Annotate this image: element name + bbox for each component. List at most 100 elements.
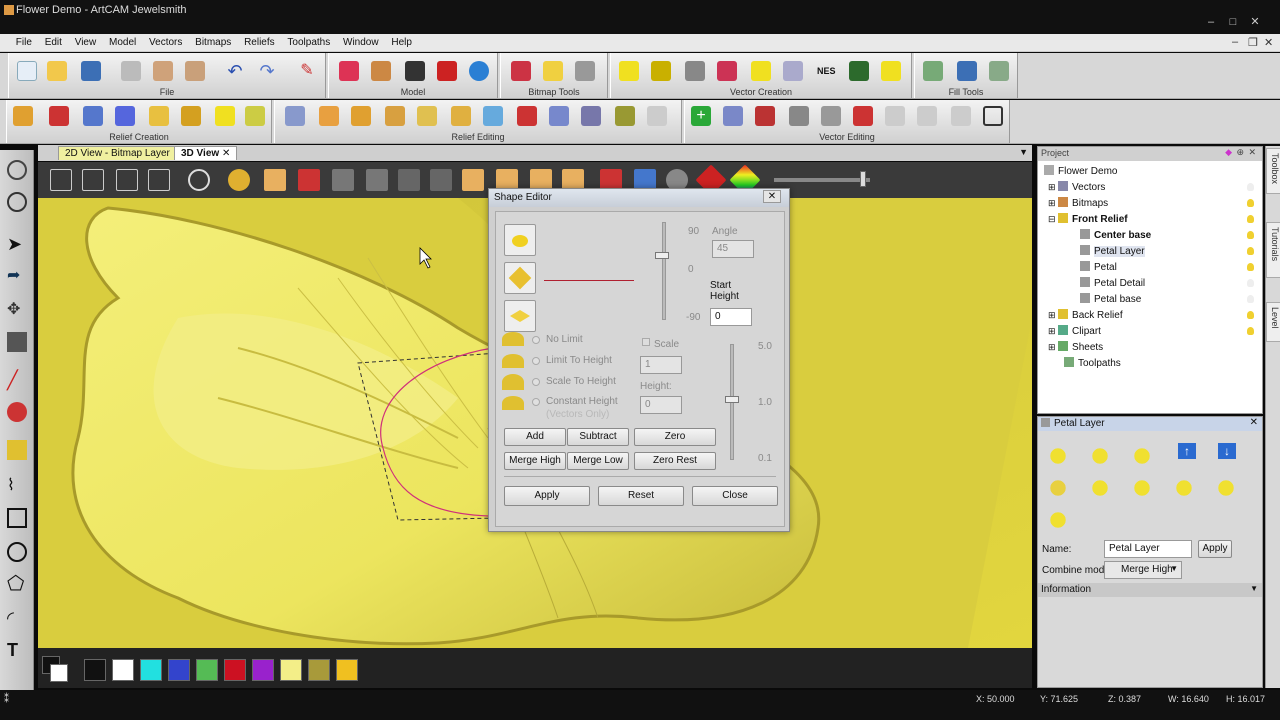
arc-icon[interactable]: ◜ — [7, 608, 27, 628]
axes-icon[interactable] — [298, 169, 320, 191]
view-tool-5-icon[interactable] — [430, 169, 452, 191]
relief-edit-6-icon[interactable] — [451, 106, 471, 126]
menu-view[interactable]: View — [70, 34, 102, 51]
mdi-minimize-icon[interactable]: – — [1232, 36, 1238, 48]
save-icon[interactable] — [81, 61, 101, 81]
close-window-button[interactable]: ✕ — [1248, 16, 1262, 28]
dialog-close-button[interactable]: ✕ — [763, 190, 781, 203]
add-node-icon[interactable]: + — [691, 106, 711, 126]
relief-edit-7-icon[interactable] — [483, 106, 503, 126]
swatch-light-yellow[interactable] — [280, 659, 302, 681]
view-slider-handle[interactable] — [860, 171, 866, 187]
swatch-cyan[interactable] — [140, 659, 162, 681]
open-folder-icon[interactable] — [47, 61, 67, 81]
cut-icon[interactable] — [121, 61, 141, 81]
visibility-bulb-icon[interactable] — [1247, 263, 1254, 271]
pencil-icon[interactable]: ✎ — [297, 61, 317, 81]
layer-action-7-icon[interactable] — [1170, 475, 1198, 501]
angle-input[interactable]: 45 — [712, 240, 754, 258]
relief-edit-11-icon[interactable] — [615, 106, 635, 126]
tree-node-petal[interactable]: Petal — [1080, 261, 1117, 273]
vector-edit-5-icon[interactable] — [821, 106, 841, 126]
swatch-red[interactable] — [224, 659, 246, 681]
fill-tool-2-icon[interactable] — [957, 61, 977, 81]
flat-profile-button[interactable] — [504, 300, 536, 332]
merge-low-button[interactable]: Merge Low — [567, 452, 629, 470]
swatch-black[interactable] — [84, 659, 106, 681]
tree-node-front-relief[interactable]: ⊟ Front Relief — [1048, 213, 1128, 225]
paint-icon[interactable] — [7, 402, 27, 422]
relief-tool-6-icon[interactable] — [181, 106, 201, 126]
copy-icon[interactable] — [153, 61, 173, 81]
relief-tool-4-icon[interactable] — [115, 106, 135, 126]
visibility-bulb-icon[interactable] — [1247, 327, 1254, 335]
relief-edit-4-icon[interactable] — [385, 106, 405, 126]
height-input[interactable]: 0 — [640, 396, 682, 414]
polyline-icon[interactable]: ⌇ — [7, 476, 27, 496]
model-icon-4[interactable] — [437, 61, 457, 81]
relief-edit-12-icon[interactable] — [647, 106, 667, 126]
angled-profile-button[interactable] — [504, 262, 536, 294]
tree-node-petal-layer[interactable]: Petal Layer — [1080, 245, 1145, 257]
relief-edit-2-icon[interactable] — [319, 106, 339, 126]
layer-name-input[interactable]: Petal Layer — [1104, 540, 1192, 558]
tree-node-flower-demo[interactable]: Flower Demo — [1044, 165, 1117, 177]
vector-edit-4-icon[interactable] — [789, 106, 809, 126]
tree-node-sheets[interactable]: ⊞ Sheets — [1048, 341, 1103, 353]
zoom-in-icon[interactable] — [188, 169, 210, 191]
relief-edit-3-icon[interactable] — [351, 106, 371, 126]
relief-tool-8-icon[interactable] — [245, 106, 265, 126]
view-tool-3-icon[interactable] — [366, 169, 388, 191]
scale-slider-handle[interactable] — [725, 396, 739, 403]
relief-edit-8-icon[interactable] — [517, 106, 537, 126]
nesting-icon[interactable]: NES — [817, 61, 837, 81]
shape-paint-icon[interactable] — [7, 440, 27, 460]
swatch-yellow[interactable] — [336, 659, 358, 681]
relief-edit-5-icon[interactable] — [417, 106, 437, 126]
view-tool-6-icon[interactable] — [462, 169, 484, 191]
tab-3d-view[interactable]: 3D View ✕ — [174, 146, 238, 160]
visibility-bulb-icon[interactable] — [1247, 183, 1254, 191]
zoom-icon[interactable] — [7, 160, 27, 180]
bitmap-tool-2-icon[interactable] — [543, 61, 563, 81]
swatch-white[interactable] — [112, 659, 134, 681]
circle-icon[interactable] — [7, 542, 27, 562]
secondary-color-swatch[interactable] — [50, 664, 68, 682]
layer-action-8-icon[interactable] — [1212, 475, 1240, 501]
mdi-close-icon[interactable]: ✕ — [1264, 36, 1273, 49]
tree-node-vectors[interactable]: ⊞ Vectors — [1048, 181, 1105, 193]
side-tab-tutorials[interactable]: Tutorials — [1266, 222, 1280, 278]
visibility-bulb-icon[interactable] — [1247, 231, 1254, 239]
model-icon-5[interactable] — [469, 61, 489, 81]
no-limit-radio[interactable] — [532, 336, 540, 344]
menu-help[interactable]: Help — [386, 34, 417, 51]
side-tab-level[interactable]: Level — [1266, 302, 1280, 342]
menu-bitmaps[interactable]: Bitmaps — [190, 34, 236, 51]
minimize-button[interactable]: – — [1204, 16, 1218, 28]
undo-icon[interactable]: ↶ — [225, 61, 245, 81]
tree-node-clipart[interactable]: ⊞ Clipart — [1048, 325, 1101, 337]
vector-edit-9-icon[interactable] — [951, 106, 971, 126]
project-float-icon[interactable]: ⊕ — [1236, 147, 1244, 158]
relief-tool-7-icon[interactable] — [215, 106, 235, 126]
layer-action-4-icon[interactable] — [1044, 475, 1072, 501]
merge-high-button[interactable]: Merge High — [504, 452, 566, 470]
vector-edit-10-icon[interactable] — [983, 106, 1003, 126]
view-front-icon[interactable] — [82, 169, 104, 191]
menu-toolpaths[interactable]: Toolpaths — [282, 34, 335, 51]
layer-action-6-icon[interactable] — [1128, 475, 1156, 501]
angle-slider-track[interactable] — [662, 222, 666, 320]
layer-action-2-icon[interactable] — [1086, 443, 1114, 469]
information-expand-icon[interactable]: ▼ — [1250, 584, 1258, 593]
view-tool-1-icon[interactable] — [264, 169, 286, 191]
layer-action-3-icon[interactable] — [1128, 443, 1156, 469]
layer-apply-button[interactable]: Apply — [1198, 540, 1232, 558]
tree-node-toolpaths[interactable]: Toolpaths — [1064, 357, 1121, 369]
apply-button[interactable]: Apply — [504, 486, 590, 506]
view-top-icon[interactable] — [148, 169, 170, 191]
polygon-icon[interactable]: ⬠ — [7, 574, 27, 594]
project-close-icon[interactable]: ✕ — [1248, 147, 1256, 158]
model-icon-1[interactable] — [339, 61, 359, 81]
transform-icon[interactable]: ✥ — [7, 300, 27, 320]
relief-tool-2-icon[interactable] — [49, 106, 69, 126]
